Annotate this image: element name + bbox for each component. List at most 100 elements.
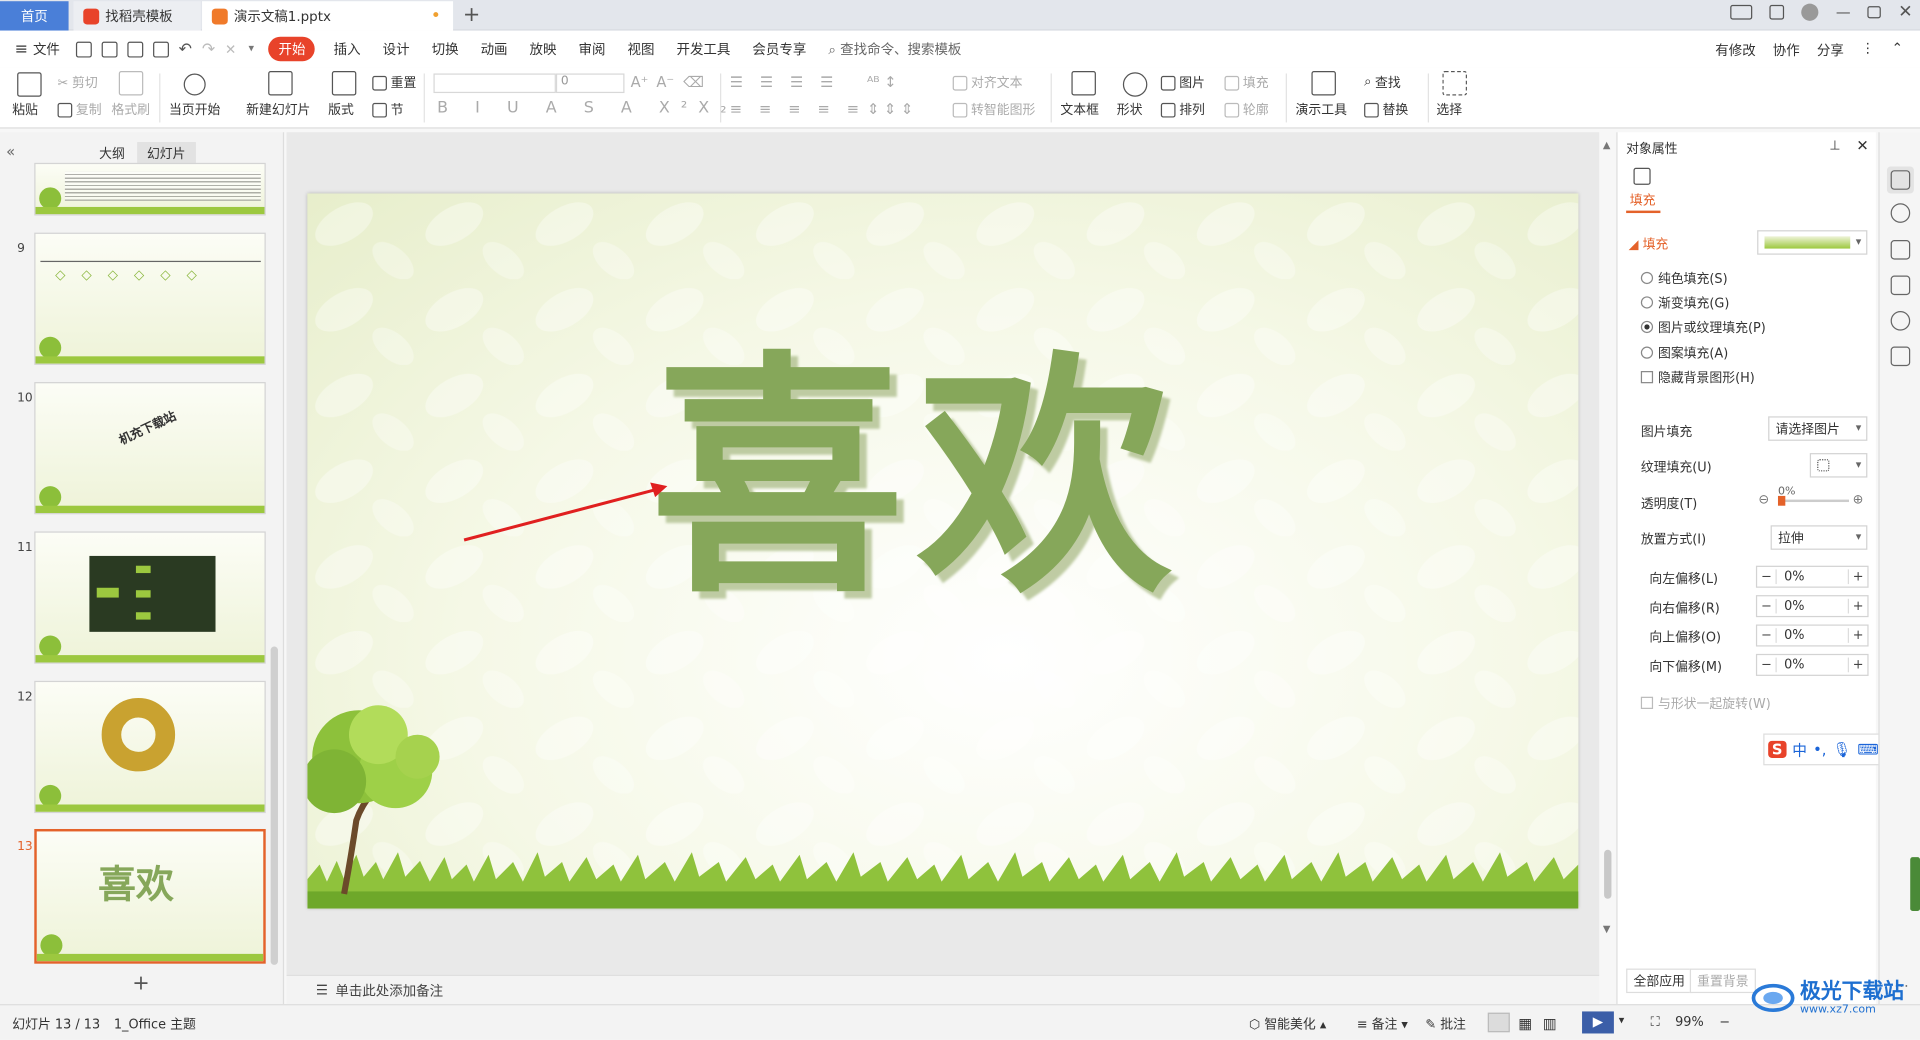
scroll-up-icon[interactable]: ▲	[1603, 140, 1611, 151]
more-menu-icon[interactable]: ⋮	[1861, 40, 1874, 60]
sorter-view-icon[interactable]: ▦	[1518, 1015, 1532, 1032]
scroll-thumb[interactable]	[1604, 849, 1612, 899]
comments-button[interactable]: ✎ 批注	[1425, 1015, 1466, 1033]
layout-button[interactable]: 版式	[328, 100, 354, 118]
transparency-plus-icon[interactable]: ⊕	[1853, 492, 1864, 507]
placement-select[interactable]: 拉伸	[1770, 525, 1868, 550]
panel-scrollbar[interactable]	[270, 646, 278, 965]
collapse-panel-icon[interactable]: «	[6, 143, 15, 160]
pin-icon[interactable]: ⊥	[1829, 138, 1840, 153]
slide-thumbnail-13[interactable]: 喜欢	[34, 828, 266, 964]
option-gradient[interactable]: 渐变填充(G)	[1640, 294, 1729, 312]
reading-view-icon[interactable]: ▥	[1543, 1015, 1557, 1032]
punctuation-icon[interactable]: •,	[1813, 741, 1826, 758]
restore-icon[interactable]	[1867, 6, 1882, 19]
start-from-current-button[interactable]: 当页开始	[169, 100, 220, 118]
layout-icon[interactable]	[1730, 4, 1753, 20]
collapse-ribbon-icon[interactable]: ⌃	[1892, 40, 1903, 60]
menu-start[interactable]: 开始	[268, 36, 316, 62]
slide-thumbnail-10[interactable]: 机充下载站	[34, 382, 266, 515]
font-name-select[interactable]	[433, 73, 556, 94]
shape-button[interactable]: 形状	[1117, 100, 1143, 118]
menu-member[interactable]: 会员专享	[741, 39, 817, 59]
location-icon[interactable]	[1890, 311, 1911, 331]
menu-design[interactable]: 设计	[372, 39, 421, 59]
normal-view-icon[interactable]	[1487, 1012, 1510, 1033]
reset-button[interactable]: 重置	[372, 73, 416, 91]
tab-home[interactable]: 首页	[0, 1, 69, 31]
font-size-select[interactable]: 0	[555, 73, 625, 94]
replace-button[interactable]: 替换	[1364, 100, 1408, 118]
current-slide[interactable]: 喜欢	[307, 193, 1579, 909]
transparency-slider[interactable]	[1777, 495, 1849, 506]
avatar[interactable]	[1801, 3, 1819, 21]
close-icon[interactable]: ✕	[1898, 2, 1912, 22]
fit-window-icon[interactable]: ⛶	[1651, 1015, 1660, 1031]
book-icon[interactable]	[1890, 346, 1911, 367]
minimize-icon[interactable]: —	[1836, 4, 1851, 21]
keyboard-icon[interactable]: ⌨	[1857, 741, 1878, 758]
theme-name[interactable]: 1_Office 主题	[114, 1015, 196, 1033]
properties-icon[interactable]	[1890, 170, 1911, 190]
tab-outline[interactable]: 大纲	[99, 144, 125, 162]
more-icon[interactable]: ▾	[248, 43, 254, 55]
paste-button[interactable]: 粘贴	[12, 100, 38, 118]
slide-thumbnail-9[interactable]: ◇◇◇◇◇◇	[34, 232, 266, 365]
pane-close-icon[interactable]: ✕	[1856, 137, 1868, 154]
menu-developer[interactable]: 开发工具	[665, 39, 741, 59]
preview-icon[interactable]	[152, 41, 169, 57]
eraser-icon[interactable]: ⌫	[683, 73, 704, 90]
grid-icon[interactable]	[1769, 4, 1785, 20]
select-button[interactable]: 选择	[1436, 100, 1462, 118]
font-style-icons[interactable]: B I U A S A X²X₂	[437, 99, 737, 117]
share-button[interactable]: 分享	[1817, 40, 1844, 60]
save-icon[interactable]	[75, 41, 92, 57]
play-options-icon[interactable]: ▾	[1619, 1015, 1625, 1027]
hamburger-icon[interactable]: ≡	[15, 40, 28, 58]
fill-section-header[interactable]: ◢ 填充	[1629, 235, 1669, 253]
transparency-slider-thumb[interactable]	[1777, 495, 1786, 506]
offset-left-input[interactable]: −0% +	[1755, 565, 1869, 588]
slide-thumbnail-8[interactable]	[34, 162, 266, 216]
clear-format-icon[interactable]: ✕	[225, 41, 236, 57]
fill-preview-select[interactable]	[1757, 230, 1868, 255]
tab-document[interactable]: 演示文稿1.pptx •	[202, 1, 454, 31]
picture-fill-select[interactable]: 请选择图片	[1768, 416, 1868, 441]
font-grow-icon[interactable]: A⁺	[631, 73, 649, 90]
rotate-with-shape-checkbox[interactable]: 与形状一起旋转(W)	[1640, 694, 1771, 712]
smart-shape-button[interactable]: 转智能图形	[952, 100, 1035, 118]
tab-slides[interactable]: 幻灯片	[137, 142, 196, 166]
presentation-tools-button[interactable]: 演示工具	[1296, 100, 1347, 118]
star-icon[interactable]	[1890, 203, 1911, 223]
redo-icon[interactable]: ↷	[202, 40, 215, 58]
textbox-button[interactable]: 文本框	[1060, 100, 1099, 118]
notes-toggle-button[interactable]: ≡ 备注 ▾	[1357, 1015, 1408, 1033]
pane-title[interactable]: 对象属性	[1626, 140, 1677, 158]
zoom-level[interactable]: 99%	[1675, 1015, 1704, 1030]
ime-mode-label[interactable]: 中	[1792, 739, 1807, 760]
menu-animation[interactable]: 动画	[470, 39, 519, 59]
tab-template[interactable]: 找稻壳模板	[73, 1, 201, 31]
slide-thumbnail-12[interactable]	[34, 680, 266, 814]
option-solid[interactable]: 纯色填充(S)	[1640, 269, 1728, 287]
image-tool-icon[interactable]	[1890, 275, 1911, 296]
smart-beautify-button[interactable]: ⬡ 智能美化 ▴	[1249, 1015, 1326, 1033]
fill-button[interactable]: 填充	[1224, 73, 1269, 91]
option-picture[interactable]: 图片或纹理填充(P)	[1640, 318, 1766, 336]
picture-button[interactable]: 图片	[1160, 73, 1205, 91]
menu-slideshow[interactable]: 放映	[519, 39, 568, 59]
find-button[interactable]: ⌕ 查找	[1364, 73, 1401, 91]
notes-bar[interactable]: ☰ 单击此处添加备注	[286, 974, 1600, 1005]
reset-background-button[interactable]: 重置背景	[1689, 968, 1756, 994]
menu-view[interactable]: 视图	[616, 39, 665, 59]
mic-icon[interactable]: 🎙	[1833, 741, 1852, 758]
zoom-out-icon[interactable]: −	[1719, 1015, 1730, 1030]
list-icons[interactable]: ☰ ☰ ☰ ☰	[730, 73, 840, 90]
align-icons[interactable]: ≡ ≡ ≡ ≡ ≡	[730, 100, 865, 117]
outline-button[interactable]: 轮廓	[1224, 100, 1269, 118]
slide-thumbnail-11[interactable]	[34, 531, 266, 664]
scroll-down-icon[interactable]: ▼	[1603, 923, 1611, 934]
canvas-scrollbar[interactable]: ▲ ▼	[1602, 140, 1614, 960]
transparency-minus-icon[interactable]: ⊖	[1758, 492, 1769, 507]
tab-fill[interactable]: 填充	[1630, 191, 1656, 209]
